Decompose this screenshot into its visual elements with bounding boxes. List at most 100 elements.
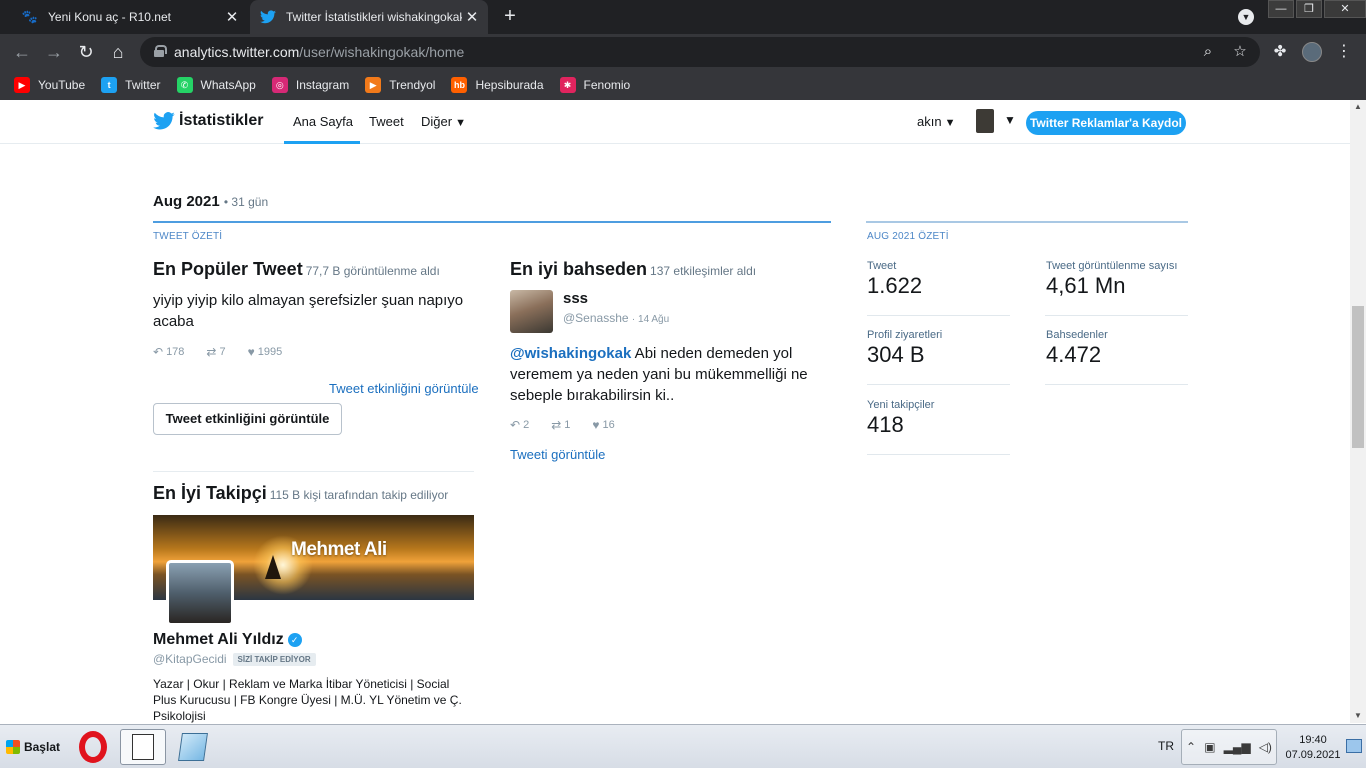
new-tab-button[interactable]: + (498, 5, 522, 29)
mention-stats: ↶ 2 ⇄ 1 ♥ 16 (510, 418, 637, 432)
mention-name[interactable]: sss (563, 290, 588, 307)
volume-icon[interactable]: ◁) (1259, 740, 1272, 754)
retweet-count: ⇄ 1 (551, 418, 571, 432)
top-tweet-text: yiyip yiyip kilo almayan şerefsizler şua… (153, 292, 464, 330)
tweet-summary-label: TWEET ÖZETİ (153, 231, 223, 242)
tab-home[interactable]: Ana Sayfa (293, 114, 353, 129)
tab-twitter-analytics[interactable]: Twitter İstatistikleri wishakingokak | ✕ (250, 0, 488, 34)
signal-icon[interactable]: ▂▄▆ (1224, 740, 1251, 754)
follower-avatar[interactable] (166, 560, 234, 626)
chevron-down-icon[interactable]: ▼ (1004, 113, 1016, 127)
brand-title: İstatistikler (179, 112, 264, 129)
section-divider (866, 221, 1188, 223)
window-controls: — ❐ ✕ (1266, 0, 1366, 18)
view-tweet-activity-button[interactable]: Tweet etkinliğini görüntüle (153, 403, 342, 435)
back-icon[interactable]: ← (10, 40, 34, 64)
bookmark-hepsiburada[interactable]: hb Hepsiburada (451, 77, 544, 93)
usb-icon[interactable]: ▣ (1204, 740, 1215, 754)
address-bar[interactable]: analytics.twitter.com/user/wishakingokak… (140, 37, 1260, 67)
mention-link[interactable]: @wishakingokak (510, 345, 631, 362)
month-summary-label: AUG 2021 ÖZETİ (867, 231, 949, 242)
zoom-search-icon[interactable]: ⌕ (1198, 42, 1218, 62)
extensions-puzzle-icon[interactable]: ✤ (1270, 42, 1290, 62)
tab-more[interactable]: Diğer ▼ (421, 114, 466, 129)
bookmark-star-icon[interactable]: ☆ (1230, 42, 1250, 62)
heart-icon: ♥ (592, 418, 600, 432)
restore-button[interactable]: ❐ (1296, 0, 1322, 18)
bookmark-label: Fenomio (583, 78, 631, 92)
trendyol-icon: ▶ (365, 77, 382, 93)
opera-icon (79, 731, 107, 763)
analytics-brand[interactable]: İstatistikler (153, 112, 263, 130)
chrome-menu-icon[interactable]: ⋮ (1336, 42, 1352, 62)
mention-avatar[interactable] (510, 290, 553, 333)
account-avatar[interactable] (976, 109, 994, 133)
windows-taskbar: Başlat TR ⌃ ▣ ▂▄▆ ◁) 19:40 07.09.2021 (0, 724, 1366, 768)
like-count: ♥ 16 (592, 418, 615, 432)
browser-toolbar: ← → ↻ ⌂ analytics.twitter.com/user/wisha… (0, 34, 1366, 70)
taskbar-notepad[interactable] (170, 729, 216, 765)
bookmark-label: YouTube (38, 78, 86, 92)
tab-r10[interactable]: 🐾 Yeni Konu aç - R10.net ✕ (16, 0, 248, 34)
lock-icon[interactable] (154, 45, 167, 57)
analytics-header: İstatistikler Ana Sayfa Tweet Diğer ▼ akı… (0, 100, 1366, 144)
bookmark-trendyol[interactable]: ▶ Trendyol (365, 77, 435, 93)
profile-avatar[interactable] (1302, 42, 1322, 62)
fenomio-icon: ✱ (559, 77, 576, 93)
bookmark-label: Instagram (295, 78, 350, 92)
bookmark-instagram[interactable]: ◎ Instagram (271, 77, 350, 93)
language-indicator[interactable]: TR (1158, 739, 1174, 753)
verified-badge-icon: ✓ (287, 633, 302, 647)
bookmark-label: Twitter (125, 78, 161, 92)
scrollbar-thumb[interactable] (1352, 306, 1364, 448)
bookmark-youtube[interactable]: ▶ YouTube (14, 77, 85, 93)
view-tweet-link[interactable]: Tweeti görüntüle (510, 447, 605, 462)
user-switcher[interactable]: akın ▼ (917, 114, 955, 129)
follower-name[interactable]: Mehmet Ali Yıldız ✓ (153, 631, 302, 649)
mention-text: @wishakingokak Abi neden demeden yol ver… (510, 345, 808, 404)
top-follower-title: En İyi Takipçi 115 B kişi tarafından taki… (153, 483, 449, 503)
scroll-down-icon[interactable]: ▼ (1350, 709, 1366, 723)
tab-title: Yeni Konu aç - R10.net (48, 10, 171, 24)
forward-icon[interactable]: → (42, 40, 66, 64)
bookmark-label: Trendyol (389, 78, 436, 92)
bookmarks-bar: ▶ YouTube t Twitter ✆ WhatsApp ◎ Instagram ▶ Tren… (0, 70, 1366, 100)
reply-icon: ↶ (153, 345, 164, 359)
close-tab-icon[interactable]: ✕ (462, 8, 482, 26)
bookmark-fenomio[interactable]: ✱ Fenomio (559, 77, 631, 93)
instagram-icon: ◎ (271, 77, 288, 93)
show-desktop-button[interactable] (1346, 739, 1362, 753)
url-text[interactable]: analytics.twitter.com/user/wishakingokak… (174, 44, 464, 60)
top-tweet-stats: ↶ 178 ⇄ 7 ♥ 1995 (153, 345, 304, 359)
home-icon[interactable]: ⌂ (106, 40, 130, 64)
start-button[interactable]: Başlat (2, 731, 60, 763)
scroll-up-icon[interactable]: ▲ (1350, 100, 1366, 114)
section-divider (153, 221, 831, 223)
reload-icon[interactable]: ↻ (74, 40, 98, 64)
top-tweet-title: En Popüler Tweet 77,7 B görüntülenme aldı (153, 259, 440, 279)
system-clock[interactable]: 19:40 07.09.2021 (1282, 733, 1344, 763)
view-tweet-activity-link[interactable]: Tweet etkinliğini görüntüle (329, 381, 479, 396)
youtube-icon: ▶ (14, 77, 30, 93)
divider (1045, 315, 1188, 316)
tray-expand-icon[interactable]: ⌃ (1186, 740, 1196, 754)
windows-logo-icon (6, 740, 20, 754)
taskbar-document[interactable] (120, 729, 166, 765)
tab-tweets[interactable]: Tweet (369, 114, 404, 129)
follower-handle: @KitapGecidi SİZİ TAKİP EDİYOR (153, 652, 316, 666)
minimize-button[interactable]: — (1268, 0, 1294, 18)
notepad-icon (178, 733, 208, 761)
close-window-button[interactable]: ✕ (1324, 0, 1366, 18)
divider (867, 315, 1010, 316)
divider (867, 454, 1010, 455)
tab-search-icon[interactable]: ▼ (1238, 9, 1254, 25)
bookmark-twitter[interactable]: t Twitter (101, 77, 161, 93)
ads-signup-button[interactable]: Twitter Reklamlar'a Kaydol (1026, 111, 1186, 135)
divider (1045, 384, 1188, 385)
taskbar-opera[interactable] (70, 729, 116, 765)
close-tab-icon[interactable]: ✕ (222, 8, 242, 26)
reply-icon: ↶ (510, 418, 521, 432)
follows-you-badge: SİZİ TAKİP EDİYOR (232, 652, 316, 666)
bookmark-whatsapp[interactable]: ✆ WhatsApp (176, 77, 256, 93)
retweet-icon: ⇄ (551, 418, 562, 432)
